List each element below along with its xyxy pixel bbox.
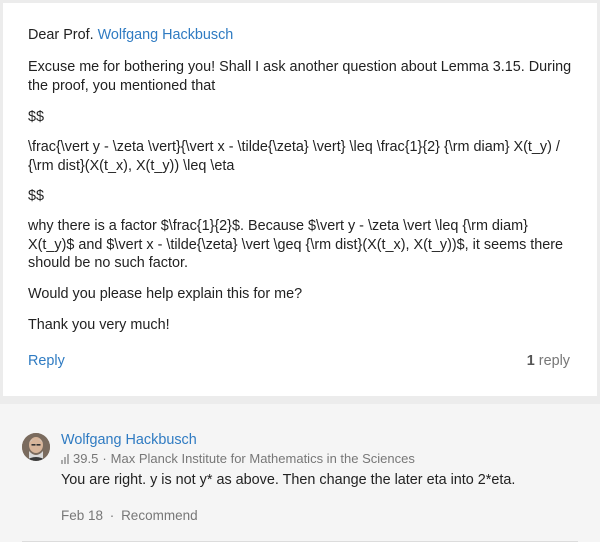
greeting: Dear Prof. Wolfgang Hackbusch: [28, 26, 578, 45]
avatar[interactable]: [22, 433, 50, 461]
score-bars-icon: [61, 453, 69, 464]
author-score: 39.5: [73, 451, 99, 466]
author-institution: Max Planck Institute for Mathematics in …: [110, 451, 415, 466]
answer-author-link[interactable]: Wolfgang Hackbusch: [61, 432, 197, 448]
question-paragraph: Thank you very much!: [28, 317, 170, 333]
question-paragraph: $$: [28, 188, 45, 204]
footer-separator: ·: [109, 508, 115, 523]
question-paragraph: Excuse me for bothering you! Shall I ask…: [28, 59, 572, 94]
question-paragraph: \frac{\vert y - \zeta \vert}{\vert x - \…: [28, 139, 560, 174]
question-card: Dear Prof. Wolfgang Hackbusch Excuse me …: [3, 3, 597, 396]
reply-button[interactable]: Reply: [28, 353, 65, 369]
avatar-portrait-icon: [22, 433, 50, 461]
greeting-name-link[interactable]: Wolfgang Hackbusch: [98, 27, 234, 43]
reply-count[interactable]: 1 reply: [527, 353, 570, 369]
answer-card: Wolfgang Hackbusch 39.5 · Max Planck Ins…: [0, 404, 600, 542]
answer-footer: Feb 18 · Recommend: [61, 508, 198, 523]
answer-text: You are right. y is not y* as above. The…: [61, 472, 516, 488]
question-paragraph: $$: [28, 109, 45, 125]
question-paragraph: why there is a factor $\frac{1}{2}$. Bec…: [28, 218, 564, 271]
author-meta: 39.5 · Max Planck Institute for Mathemat…: [61, 451, 415, 466]
recommend-button[interactable]: Recommend: [121, 508, 198, 523]
reply-count-label: reply: [538, 353, 570, 369]
greeting-prefix: Dear Prof.: [28, 27, 94, 43]
meta-separator: ·: [102, 451, 107, 466]
reply-count-number: 1: [526, 353, 535, 369]
answer-date: Feb 18: [61, 508, 104, 523]
question-paragraph: Would you please help explain this for m…: [28, 286, 303, 302]
